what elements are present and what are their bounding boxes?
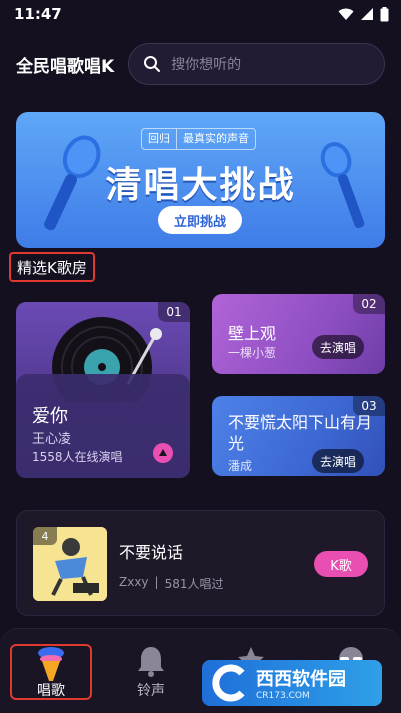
karaoke-button[interactable]: K歌 (314, 551, 368, 577)
bell-icon (138, 647, 164, 677)
room-singer: 一棵小葱 (228, 346, 277, 360)
room-card-1[interactable]: 01 爱你 王心凌 1558人在线演唱 (16, 302, 190, 478)
song-count: 581人唱过 (164, 577, 224, 591)
song-title: 不要说话 (119, 543, 184, 562)
signal-icon (361, 8, 373, 20)
search-placeholder: 搜你想听的 (171, 57, 242, 73)
tab-ringtone[interactable]: 铃声 (106, 629, 196, 713)
room-online-count: 1558人在线演唱 (32, 450, 123, 464)
watermark-c-icon (212, 664, 245, 702)
song-rank: 4 (33, 527, 57, 545)
song-meta: Zxxy | 581人唱过 (119, 575, 223, 592)
room-card-2[interactable]: 02 壁上观 一棵小葱 去演唱 (212, 294, 385, 374)
sing-button[interactable]: 去演唱 (312, 335, 365, 359)
section-title: 精选K歌房 (9, 252, 95, 282)
banner-headline: 清唱大挑战 (105, 165, 296, 206)
song-user: Zxxy (119, 575, 149, 589)
wifi-icon (338, 8, 354, 20)
room-title: 壁上观 (228, 324, 277, 343)
status-time: 11:47 (14, 5, 62, 23)
tab-label: 铃声 (137, 683, 165, 699)
room-badge-icon (153, 443, 173, 463)
challenge-button[interactable]: 立即挑战 (158, 206, 242, 234)
battery-icon (380, 6, 389, 21)
room-title: 爱你 (32, 406, 68, 427)
status-icons (338, 6, 389, 22)
watermark-logo: 西西软件园 CR173.COM (202, 660, 382, 706)
room-card-1-info: 爱你 王心凌 1558人在线演唱 (16, 374, 190, 478)
room-rank: 01 (158, 302, 190, 322)
room-singer: 王心凌 (32, 432, 72, 447)
room-title: 不要慌太阳下山有月光 (228, 413, 373, 453)
header: 全民唱歌唱K 搜你想听的 (0, 40, 401, 88)
banner-tag: 回归 最真实的声音 (141, 128, 256, 150)
song-card[interactable]: 4 不要说话 Zxxy | 581人唱过 K歌 (16, 510, 385, 616)
watermark-text: 西西软件园 (256, 669, 346, 690)
banner-tag-left: 回归 (142, 129, 177, 149)
app-title: 全民唱歌唱K (16, 56, 115, 77)
watermark-sub: CR173.COM (256, 691, 310, 701)
banner-tag-right: 最真实的声音 (183, 132, 249, 145)
song-cover: 4 (33, 527, 107, 601)
room-singer: 潘成 (228, 459, 253, 473)
active-tab-highlight (10, 644, 92, 700)
status-bar: 11:47 (0, 0, 401, 28)
song-separator: | (154, 575, 159, 589)
sing-button[interactable]: 去演唱 (312, 449, 365, 473)
room-rank: 02 (353, 294, 385, 314)
search-icon (144, 56, 161, 72)
search-input[interactable]: 搜你想听的 (128, 43, 385, 85)
room-card-3[interactable]: 03 不要慌太阳下山有月光 潘成 去演唱 (212, 396, 385, 476)
